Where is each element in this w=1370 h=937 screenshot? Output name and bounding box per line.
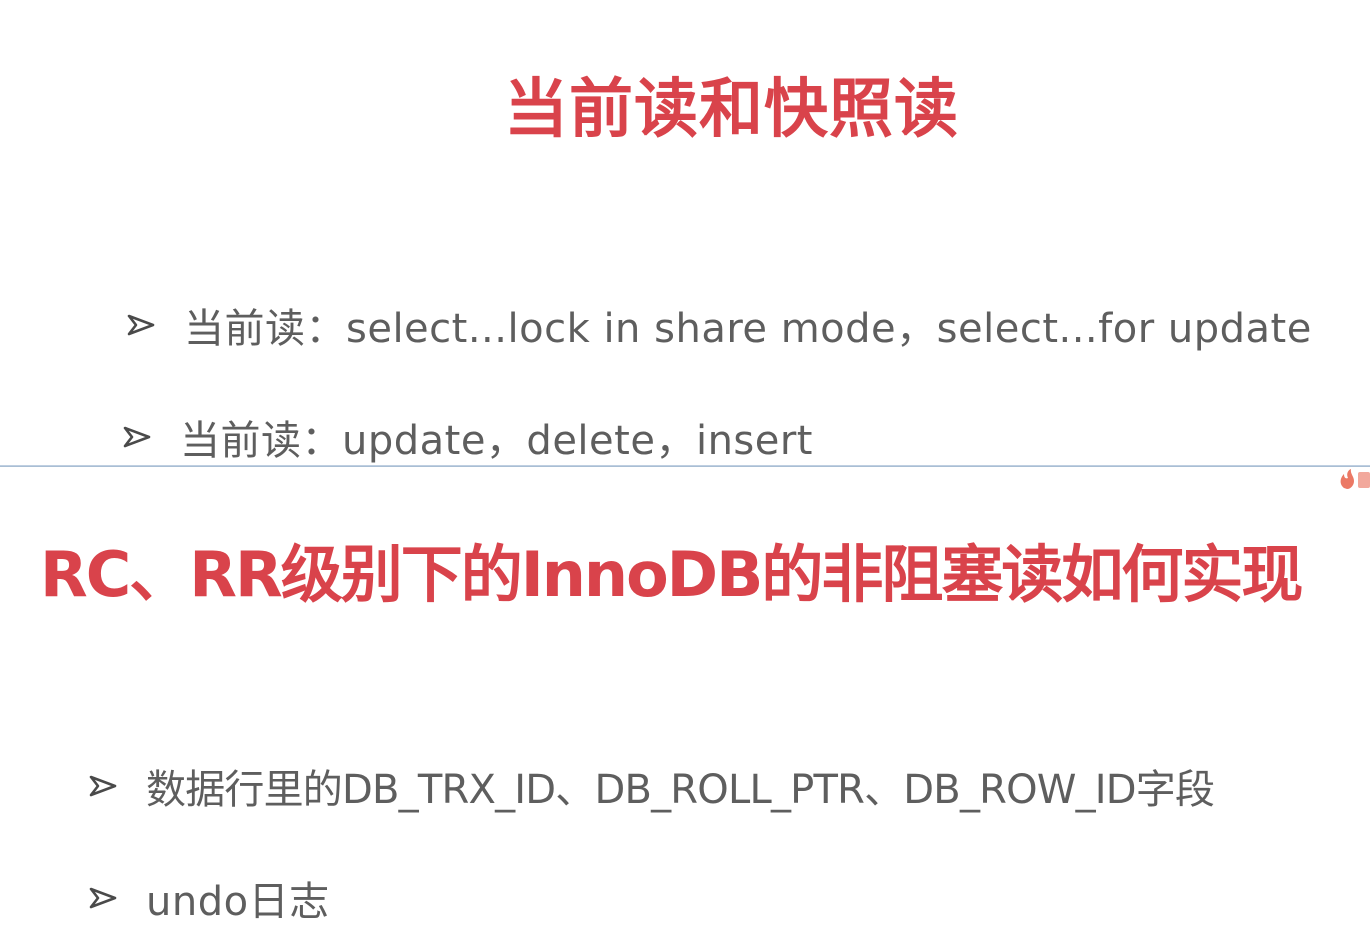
arrow-bullet-icon xyxy=(123,426,151,448)
slide-current-vs-snapshot-read: 当前读和快照读 当前读：select...lock in share mode，… xyxy=(0,0,1370,466)
slide-title: RC、RR级别下的InnoDB的非阻塞读如何实现 xyxy=(40,538,1303,611)
bullet-item: 数据行里的DB_TRX_ID、DB_ROLL_PTR、DB_ROW_ID字段 xyxy=(88,757,1215,815)
bullet-text: undo日志 xyxy=(146,879,330,925)
bullet-item: undo日志 xyxy=(88,869,330,927)
bullet-text: 数据行里的DB_TRX_ID、DB_ROLL_PTR、DB_ROW_ID字段 xyxy=(146,767,1215,813)
slide-title: 当前读和快照读 xyxy=(504,73,959,147)
bullet-item: 当前读：update，delete，insert xyxy=(122,408,813,466)
arrow-bullet-icon xyxy=(89,887,117,909)
slide-innodb-nonblocking-read: RC、RR级别下的InnoDB的非阻塞读如何实现 数据行里的DB_TRX_ID、… xyxy=(0,467,1370,937)
bullet-item: 当前读：select...lock in share mode，select..… xyxy=(126,296,1312,354)
bullet-text: 当前读：update，delete，insert xyxy=(180,418,813,464)
arrow-bullet-icon xyxy=(127,314,155,336)
flame-logo-icon xyxy=(1336,466,1370,492)
bullet-text: 当前读：select...lock in share mode，select..… xyxy=(184,306,1312,352)
arrow-bullet-icon xyxy=(89,775,117,797)
